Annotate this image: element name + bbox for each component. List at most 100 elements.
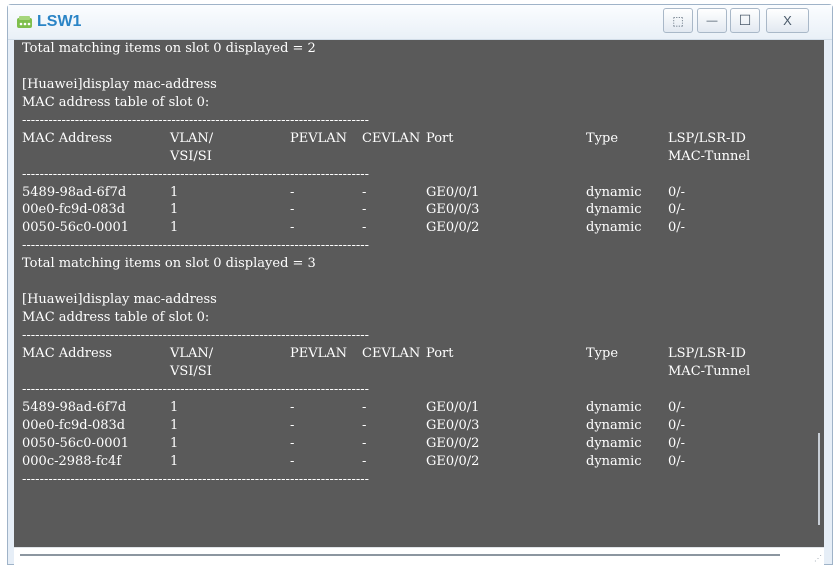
table-row: 0050-56c0-0001 1 - - GE0/0/2 dynamic 0/- — [14, 219, 824, 237]
table-cell: GE0/0/1 — [426, 184, 480, 200]
table-cell: - — [290, 435, 295, 451]
table-cell: 0/- — [668, 184, 686, 200]
table-cell: Port — [426, 130, 454, 146]
window-title: LSW1 — [37, 13, 82, 30]
app-icon — [17, 16, 32, 28]
separator-line: ----------------------------------------… — [22, 328, 370, 343]
terminal-line: [Huawei]display mac-address — [22, 76, 217, 92]
table-cell: Type — [586, 345, 619, 361]
table-cell: 5489-98ad-6f7d — [22, 184, 127, 200]
terminal-line: MAC address table of slot 0: — [22, 94, 210, 110]
table-row: VSI/SI MAC-Tunnel — [14, 148, 824, 166]
table-row: 000c-2988-fc4f 1 - - GE0/0/2 dynamic 0/- — [14, 453, 824, 471]
table-cell: - — [290, 220, 295, 236]
minimize-icon: — — [706, 14, 718, 27]
terminal-line: Total matching items on slot 0 displayed… — [22, 41, 316, 56]
table-cell: - — [362, 202, 367, 218]
table-cell: 0/- — [668, 417, 686, 433]
table-cell: VLAN/ — [170, 345, 214, 361]
title-bar[interactable]: LSW1 ⬚ — ☐ X — [8, 5, 832, 40]
table-cell: GE0/0/3 — [426, 417, 480, 433]
table-cell: 1 — [170, 399, 179, 415]
separator-line: ----------------------------------------… — [22, 112, 370, 128]
resize-grip-icon[interactable]: ⋰ — [814, 555, 822, 563]
table-cell: 5489-98ad-6f7d — [22, 399, 127, 415]
table-cell: GE0/0/1 — [426, 399, 480, 415]
table-cell: MAC-Tunnel — [668, 363, 751, 379]
horizontal-scrollbar[interactable]: ⋰ — [14, 547, 824, 565]
table-cell: 00e0-fc9d-083d — [22, 417, 126, 433]
table-cell: 0/- — [668, 453, 686, 469]
table-row: 0050-56c0-0001 1 - - GE0/0/2 dynamic 0/- — [14, 435, 824, 453]
terminal-line: MAC address table of slot 0: — [22, 310, 210, 326]
table-cell: GE0/0/2 — [426, 435, 480, 451]
table-cell: PEVLAN — [290, 345, 348, 361]
table-cell: LSP/LSR-ID — [668, 345, 746, 361]
table-cell: VSI/SI — [170, 148, 212, 164]
restore-layout-button[interactable]: ⬚ — [663, 8, 693, 33]
table-cell: GE0/0/2 — [426, 220, 480, 236]
table-cell: CEVLAN — [362, 345, 421, 361]
table-row: MAC Address VLAN/PEVLAN CEVLAN Port Type LSP/… — [14, 130, 824, 148]
table-cell: MAC Address — [22, 130, 113, 146]
table-cell: LSP/LSR-ID — [668, 130, 746, 146]
table-row: 5489-98ad-6f7d 1 - - GE0/0/1 dynamic 0/- — [14, 184, 824, 202]
table-cell: CEVLAN — [362, 130, 421, 146]
table-cell: 0/- — [668, 435, 686, 451]
table-cell: 0/- — [668, 202, 686, 218]
table-cell: - — [290, 417, 295, 433]
table-cell: 0/- — [668, 220, 686, 236]
table-cell: GE0/0/2 — [426, 453, 480, 469]
table-cell: dynamic — [586, 202, 642, 218]
horizontal-scrollbar-thumb[interactable] — [20, 554, 780, 556]
separator-line: ----------------------------------------… — [22, 471, 370, 487]
table-cell: 0/- — [668, 399, 686, 415]
vertical-scrollbar-thumb[interactable] — [818, 433, 820, 525]
table-cell: - — [290, 399, 295, 415]
table-cell: 0050-56c0-0001 — [22, 220, 130, 236]
separator-line: ----------------------------------------… — [22, 166, 370, 182]
table-cell: MAC Address — [22, 345, 113, 361]
table-row: 00e0-fc9d-083d 1 - - GE0/0/3 dynamic 0/- — [14, 417, 824, 435]
table-cell: GE0/0/3 — [426, 202, 480, 218]
table-cell: VLAN/ — [170, 130, 214, 146]
maximize-icon: ☐ — [738, 12, 752, 28]
table-cell: 000c-2988-fc4f — [22, 453, 122, 469]
table-cell: PEVLAN — [290, 130, 348, 146]
maximize-button[interactable]: ☐ — [730, 8, 760, 33]
terminal-output[interactable]: Total matching items on slot 0 displayed… — [14, 40, 824, 547]
table-cell: dynamic — [586, 417, 642, 433]
separator-line: ----------------------------------------… — [22, 381, 370, 397]
table-cell: dynamic — [586, 184, 642, 200]
table-cell: 0050-56c0-0001 — [22, 435, 130, 451]
table-cell: - — [362, 453, 367, 469]
terminal-window: LSW1 ⬚ — ☐ X Total matching items on slo… — [7, 4, 833, 565]
table-cell: - — [362, 220, 367, 236]
table-row: VSI/SI MAC-Tunnel — [14, 363, 824, 381]
table-cell: dynamic — [586, 435, 642, 451]
table-cell: Type — [586, 130, 619, 146]
table-cell: 1 — [170, 220, 179, 236]
close-button[interactable]: X — [766, 8, 809, 33]
table-cell: Port — [426, 345, 454, 361]
table-cell: MAC-Tunnel — [668, 148, 751, 164]
table-cell: - — [290, 453, 295, 469]
table-cell: dynamic — [586, 399, 642, 415]
table-cell: 1 — [170, 435, 179, 451]
table-row: 00e0-fc9d-083d 1 - - GE0/0/3 dynamic 0/- — [14, 201, 824, 219]
table-cell: 1 — [170, 184, 179, 200]
minimize-button[interactable]: — — [697, 8, 727, 33]
table-cell: - — [290, 184, 295, 200]
table-cell: 1 — [170, 453, 179, 469]
table-cell: - — [290, 202, 295, 218]
table-cell: dynamic — [586, 453, 642, 469]
table-cell: - — [362, 435, 367, 451]
table-cell: - — [362, 184, 367, 200]
table-cell: - — [362, 417, 367, 433]
restore-icon: ⬚ — [672, 13, 684, 28]
terminal-line: Total matching items on slot 0 displayed… — [22, 256, 316, 272]
table-cell: VSI/SI — [170, 363, 212, 379]
close-icon: X — [783, 13, 792, 28]
